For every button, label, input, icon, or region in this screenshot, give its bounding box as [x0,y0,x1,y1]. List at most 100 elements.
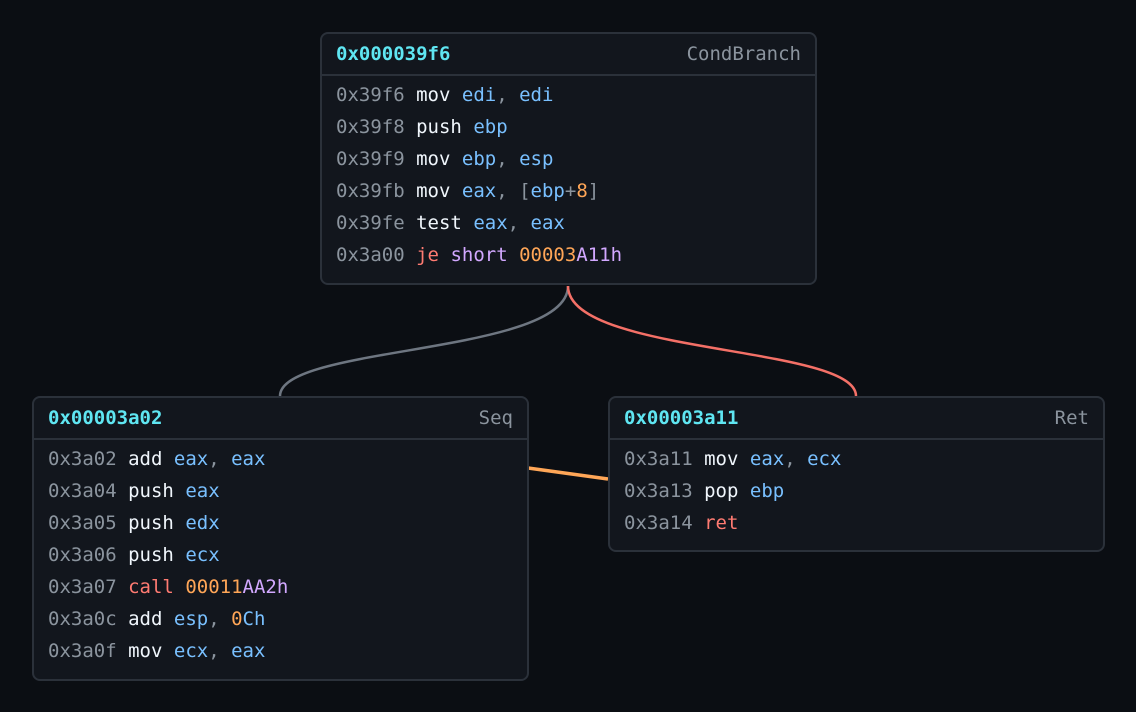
flow-mnemonic: je [416,244,439,266]
instruction-line[interactable]: 0x39f9 mov ebp, esp [336,143,801,175]
edge-fallthrough-39f6-to-3a02 [278,285,570,397]
symbol-operand: A11h [576,244,623,266]
register-operand: eax [473,212,508,234]
numeric-operand: 00003 [519,244,577,266]
instruction-address: 0x3a13 [624,480,693,502]
basic-block-0x00003a11[interactable]: 0x00003a11 Ret 0x3a11 mov eax, ecx 0x3a13… [608,396,1105,552]
size-keyword: short [450,244,508,266]
register-operand: ebp [473,116,508,138]
instruction-address: 0x3a02 [48,448,117,470]
instruction-line[interactable]: 0x39f8 push ebp [336,111,801,143]
basic-block-0x000039f6[interactable]: 0x000039f6 CondBranch 0x39f6 mov edi, ed… [320,32,817,285]
mnemonic: mov [416,84,451,106]
instruction-line[interactable]: 0x39f6 mov edi, edi [336,79,801,111]
numeric-operand: 8 [576,180,588,202]
mnemonic: test [416,212,462,234]
instruction-line[interactable]: 0x3a00 je short 00003A11h [336,239,801,271]
flow-mnemonic: ret [704,512,739,534]
instruction-address: 0x3a06 [48,544,117,566]
instruction-address: 0x3a00 [336,244,405,266]
instruction-address: 0x3a14 [624,512,693,534]
basic-block-0x00003a02[interactable]: 0x00003a02 Seq 0x3a02 add eax, eax 0x3a04… [32,396,529,681]
block-header: 0x00003a11 Ret [610,398,1103,440]
register-operand: eax [530,212,565,234]
operand-punctuation: , [208,448,232,470]
block-address[interactable]: 0x00003a02 [48,407,162,429]
instruction-line[interactable]: 0x3a07 call 00011AA2h [48,571,513,603]
register-operand: eax [461,180,497,202]
instruction-address: 0x39fb [336,180,405,202]
instruction-line[interactable]: 0x3a04 push eax [48,475,513,507]
instruction-address: 0x39f8 [336,116,405,138]
register-operand: esp [173,608,209,630]
register-operand: eax [749,448,785,470]
register-operand: ecx [807,448,842,470]
mnemonic: add [128,608,163,630]
operand-punctuation: , [208,640,232,662]
instruction-line[interactable]: 0x3a0c add esp, 0Ch [48,603,513,635]
mnemonic: add [128,448,163,470]
instruction-line[interactable]: 0x3a05 push edx [48,507,513,539]
register-operand: ebp [749,480,785,502]
instruction-address: 0x39fe [336,212,405,234]
block-instructions: 0x3a02 add eax, eax 0x3a04 push eax 0x3a05… [34,440,527,667]
register-operand: ecx [185,544,220,566]
mnemonic: push [128,544,174,566]
instruction-address: 0x3a11 [624,448,693,470]
block-kind-label: CondBranch [686,43,801,65]
register-operand: ebp [530,180,565,202]
instruction-line[interactable]: 0x3a14 ret [624,507,1089,539]
instruction-address: 0x3a05 [48,512,117,534]
mnemonic: mov [128,640,163,662]
instruction-address: 0x3a07 [48,576,117,598]
register-operand: ebp [461,148,497,170]
mnemonic: push [128,480,174,502]
operand-punctuation: + [564,180,577,202]
block-instructions: 0x3a11 mov eax, ecx 0x3a13 pop ebp 0x3a14 … [610,440,1103,539]
instruction-address: 0x3a04 [48,480,117,502]
operand-punctuation: , [496,148,520,170]
instruction-line[interactable]: 0x39fb mov eax, [ebp+8] [336,175,801,207]
instruction-line[interactable]: 0x3a06 push ecx [48,539,513,571]
mnemonic: push [416,116,462,138]
mnemonic: mov [416,148,451,170]
register-operand: esp [519,148,554,170]
flow-mnemonic: call [128,576,174,598]
mnemonic: push [128,512,174,534]
register-operand: Ch [242,608,266,630]
register-operand: edx [185,512,220,534]
block-address[interactable]: 0x00003a11 [624,407,738,429]
block-address[interactable]: 0x000039f6 [336,43,450,65]
register-operand: ecx [173,640,209,662]
cfg-graph-canvas: 0x000039f6 CondBranch 0x39f6 mov edi, ed… [0,0,1136,712]
register-operand: edi [461,84,497,106]
mnemonic: pop [704,480,739,502]
operand-punctuation: , [496,84,520,106]
instruction-line[interactable]: 0x39fe test eax, eax [336,207,801,239]
register-operand: edi [519,84,554,106]
instruction-line[interactable]: 0x3a0f mov ecx, eax [48,635,513,667]
instruction-address: 0x39f6 [336,84,405,106]
instruction-address: 0x3a0c [48,608,117,630]
instruction-line[interactable]: 0x3a13 pop ebp [624,475,1089,507]
register-operand: eax [173,448,209,470]
edge-seq-3a02-to-3a11 [527,466,609,481]
instruction-line[interactable]: 0x3a11 mov eax, ecx [624,443,1089,475]
block-kind-label: Ret [1054,407,1089,429]
block-header: 0x00003a02 Seq [34,398,527,440]
edge-taken-39f6-to-3a11 [566,285,858,397]
instruction-line[interactable]: 0x3a02 add eax, eax [48,443,513,475]
register-operand: eax [185,480,220,502]
operand-punctuation: ] [587,180,600,202]
mnemonic: mov [704,448,739,470]
